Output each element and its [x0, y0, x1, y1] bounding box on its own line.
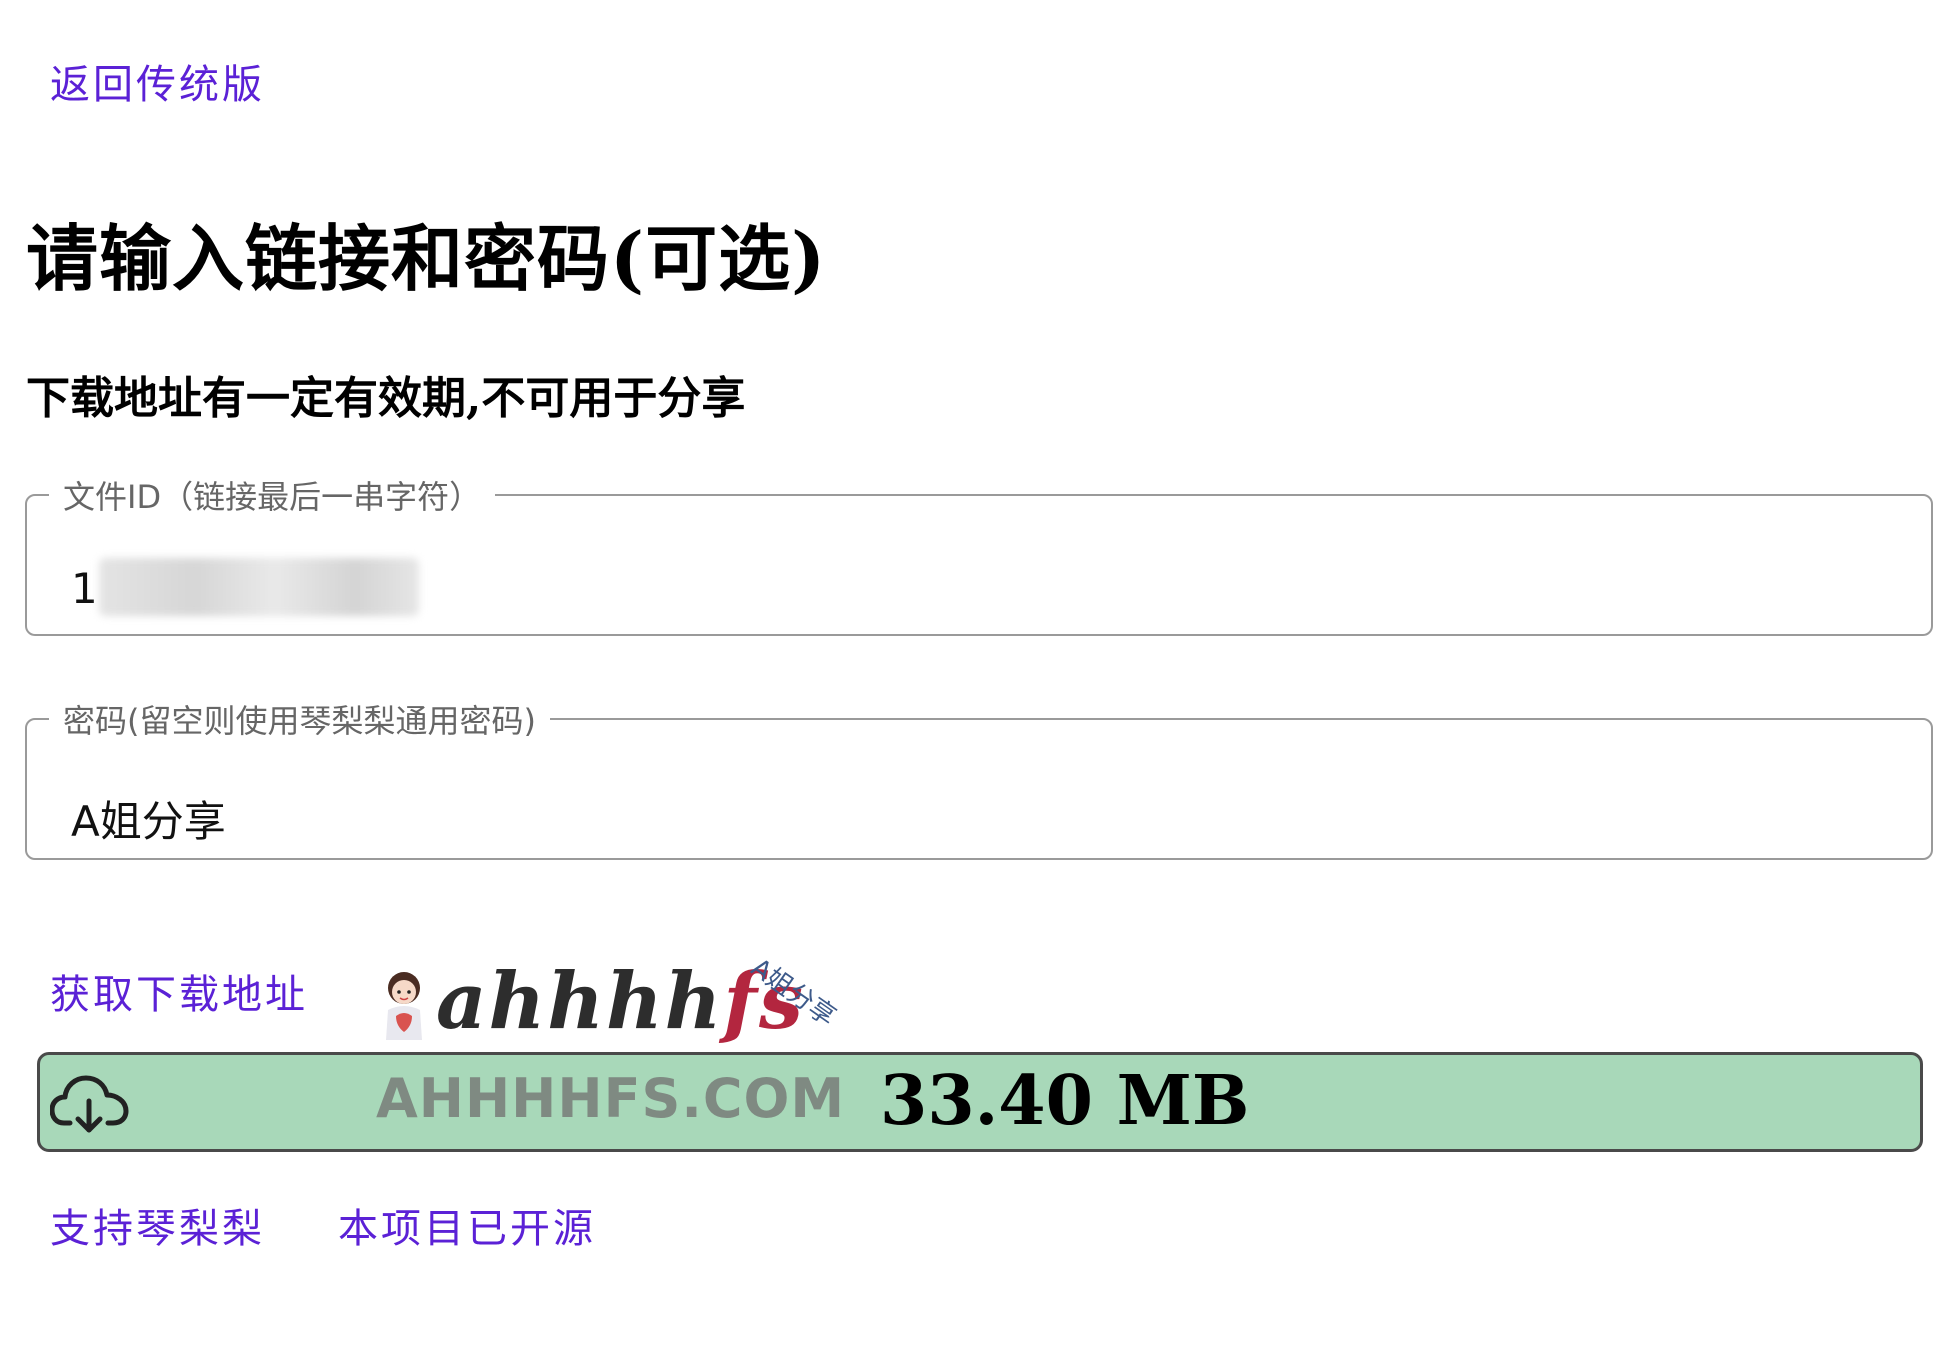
file-id-label: 文件ID（链接最后一串字符） — [63, 478, 482, 516]
page-title: 请输入链接和密码(可选) — [26, 216, 827, 301]
redaction-blur — [99, 558, 419, 616]
file-size: 33.40 MB — [880, 1061, 1250, 1141]
girl-avatar-icon — [386, 972, 422, 1040]
support-link[interactable]: 支持琴梨梨 — [50, 1196, 265, 1254]
password-label: 密码(留空则使用琴梨梨通用密码) — [63, 702, 536, 740]
validity-notice: 下载地址有一定有效期,不可用于分享 — [26, 373, 746, 424]
back-to-classic-link[interactable]: 返回传统版 — [50, 52, 265, 110]
file-id-fieldset: 文件ID（链接最后一串字符） 138 — [25, 472, 1933, 636]
password-input[interactable]: A姐分享 — [71, 788, 1871, 849]
cloud-download-icon — [50, 1075, 129, 1133]
download-button[interactable]: AHHHHFS.COM 33.40 MB — [37, 1052, 1923, 1152]
get-download-link-button[interactable]: 获取下载地址 — [50, 962, 308, 1020]
page: 返回传统版 请输入链接和密码(可选) 下载地址有一定有效期,不可用于分享 文件I… — [0, 0, 1954, 1360]
file-id-value-prefix: 1 — [71, 564, 98, 613]
watermark-domain: AHHHHFS.COM — [376, 1067, 846, 1130]
open-source-link[interactable]: 本项目已开源 — [338, 1196, 596, 1254]
password-fieldset: 密码(留空则使用琴梨梨通用密码) A姐分享 — [25, 696, 1933, 860]
